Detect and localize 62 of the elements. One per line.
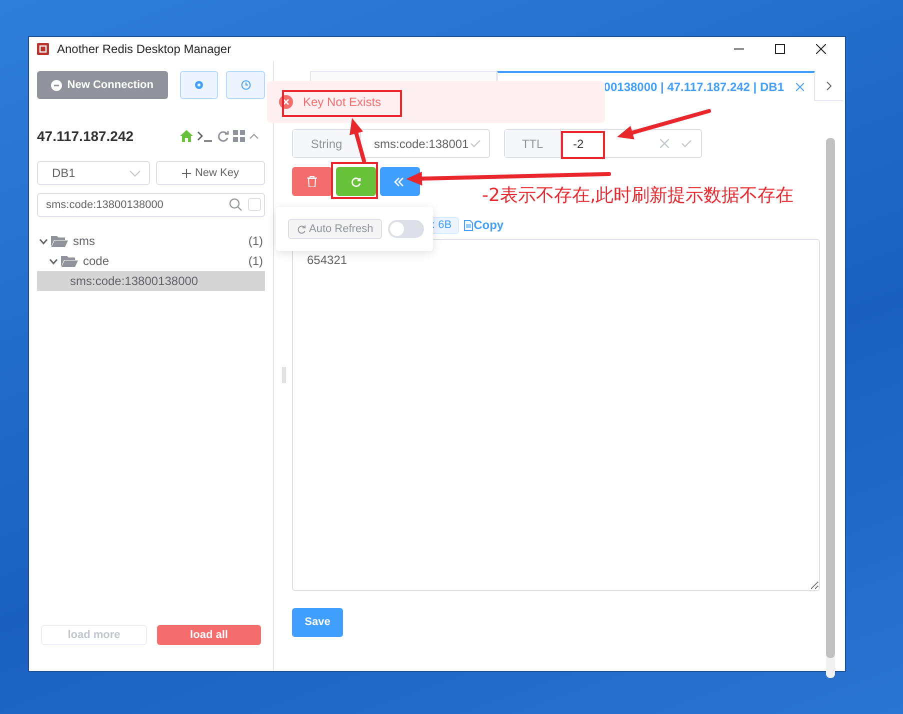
- connection-name: 47.117.187.242: [37, 126, 134, 146]
- key-name: sms:code:13800138000: [70, 273, 198, 290]
- minus-circle-icon: [51, 80, 62, 90]
- scrollbar[interactable]: [826, 138, 835, 678]
- chevron-down-icon[interactable]: [39, 236, 48, 246]
- db-select[interactable]: DB1: [37, 161, 150, 185]
- folder-name: code: [83, 253, 110, 270]
- grid-icon[interactable]: [233, 130, 245, 142]
- app-logo-icon: [37, 43, 49, 55]
- key-count: (1): [248, 233, 263, 250]
- home-icon[interactable]: [180, 130, 193, 142]
- close-icon[interactable]: [796, 83, 804, 91]
- chevron-down-icon[interactable]: [49, 256, 58, 266]
- toggle-switch[interactable]: [388, 220, 424, 238]
- settings-button[interactable]: [180, 71, 218, 99]
- key-type-label: String: [293, 130, 361, 157]
- clear-icon[interactable]: [660, 139, 669, 148]
- error-icon: [279, 95, 293, 109]
- ttl-field[interactable]: TTL -2: [504, 129, 702, 158]
- code-button[interactable]: [380, 167, 420, 196]
- history-button[interactable]: [226, 71, 266, 99]
- refresh-icon[interactable]: [217, 130, 229, 142]
- terminal-icon[interactable]: [197, 130, 213, 142]
- refresh-icon: [297, 224, 306, 234]
- refresh-icon: [351, 176, 361, 186]
- delete-button[interactable]: [292, 167, 332, 196]
- new-key-button[interactable]: New Key: [156, 161, 265, 185]
- maximize-icon: [774, 44, 784, 54]
- ttl-label: TTL: [505, 130, 561, 157]
- search-icon: [229, 198, 242, 211]
- plus-icon: [182, 168, 191, 178]
- folder-icon: [61, 255, 78, 267]
- checkbox-icon[interactable]: [248, 198, 261, 211]
- refresh-button[interactable]: [336, 167, 376, 196]
- new-connection-button[interactable]: New Connection: [37, 71, 168, 99]
- chevron-right-icon: [826, 80, 832, 90]
- error-toast: Key Not Exists: [267, 81, 605, 123]
- chevron-up-icon[interactable]: [249, 133, 259, 139]
- value-field[interactable]: 654321: [292, 239, 820, 591]
- arrow: [350, 118, 366, 163]
- close-icon: [816, 44, 826, 54]
- caret-down-icon: [129, 170, 141, 176]
- tree-key-row[interactable]: sms:code:13800138000: [37, 271, 265, 291]
- window-title: Another Redis Desktop Manager: [57, 41, 232, 58]
- folder-icon: [51, 235, 68, 247]
- check-icon[interactable]: [470, 139, 481, 148]
- check-icon[interactable]: [681, 139, 692, 148]
- resize-handle-icon[interactable]: [282, 367, 286, 383]
- annotation-text: -2表示不存在,此时刷新提示数据不存在: [482, 187, 794, 205]
- tree-folder-row[interactable]: code (1): [37, 251, 265, 271]
- key-name-field[interactable]: String sms:code:138001: [292, 129, 490, 158]
- key-count: (1): [248, 253, 263, 270]
- code-icon: [394, 176, 406, 186]
- highlight-frame: [561, 131, 605, 159]
- document-icon: [464, 220, 473, 230]
- highlight-frame: [331, 162, 378, 199]
- trash-icon: [307, 176, 317, 187]
- clock-icon: [240, 80, 251, 90]
- tree-folder-row[interactable]: sms (1): [37, 231, 265, 251]
- search-field[interactable]: sms:code:13800138000: [37, 193, 265, 217]
- gear-icon: [194, 80, 204, 90]
- folder-name: sms: [73, 233, 95, 250]
